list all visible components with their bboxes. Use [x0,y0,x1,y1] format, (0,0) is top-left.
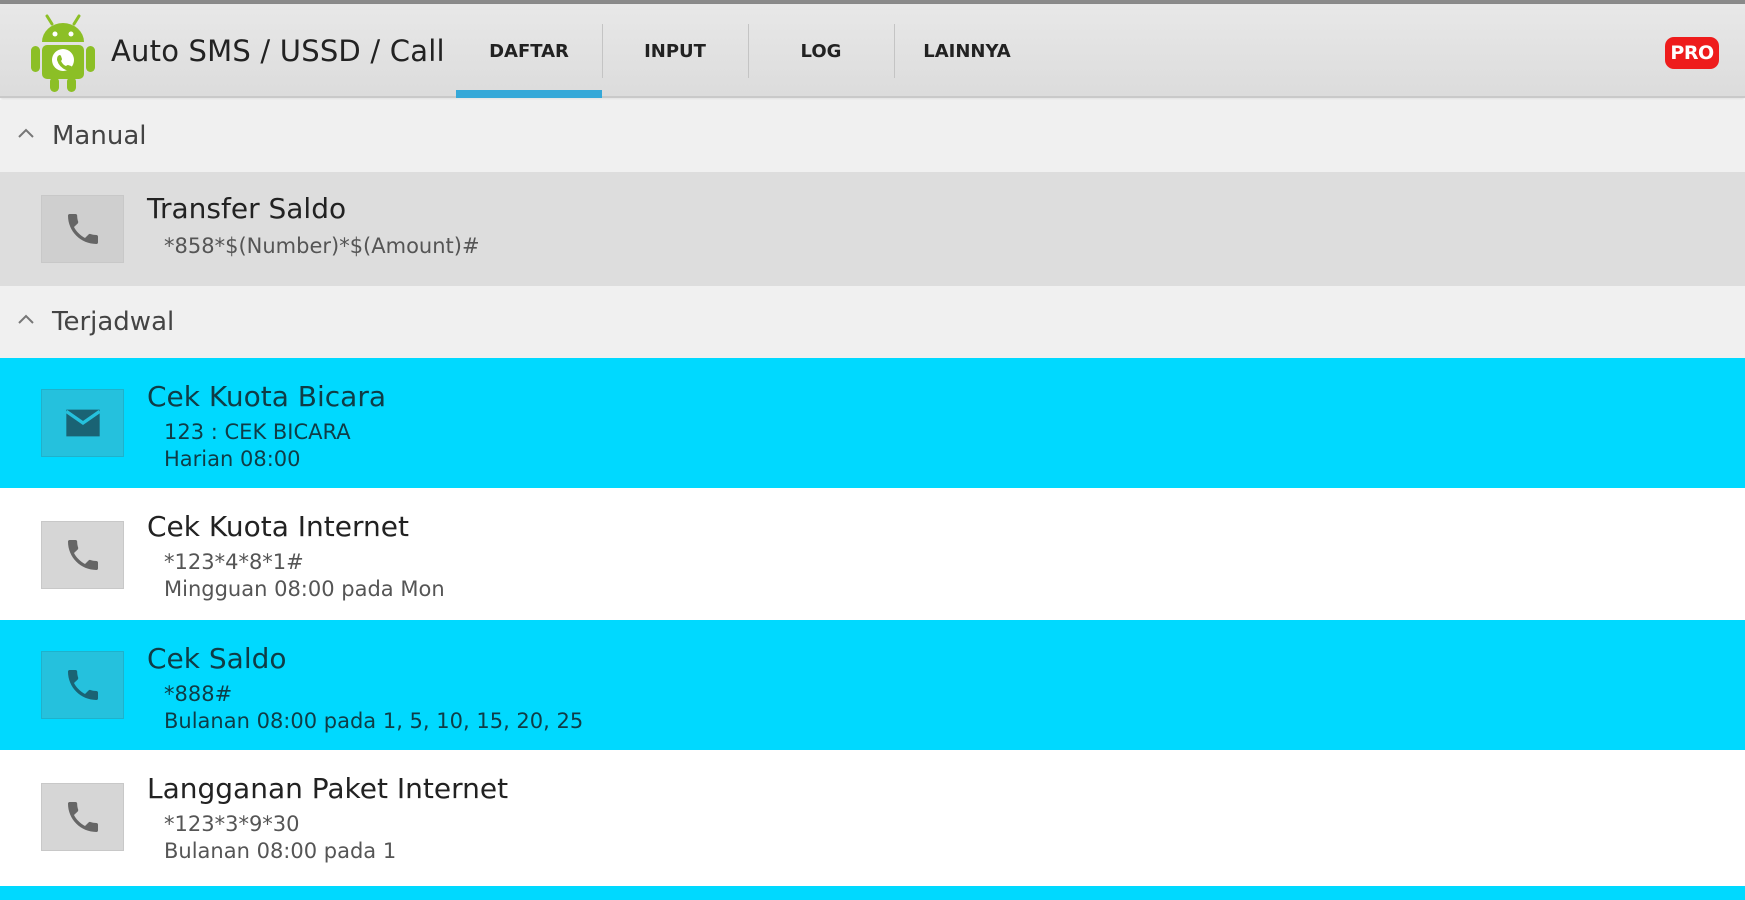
item-icon-box [41,783,124,851]
phone-icon [67,670,98,700]
list-item[interactable]: Langganan Paket Internet *123*3*9*30 Bul… [0,752,1745,882]
list-item[interactable]: Transfer Saldo *858*$(Number)*$(Amount)# [0,172,1745,286]
list-item[interactable]: Cek Saldo *888# Bulanan 08:00 pada 1, 5,… [0,620,1745,750]
section-label: Terjadwal [52,307,175,337]
item-code: *123*4*8*1# [164,550,304,574]
tab-daftar[interactable]: DAFTAR [456,4,602,98]
tab-label: INPUT [644,40,706,62]
tab-label: LAINNYA [923,40,1011,62]
pro-badge[interactable]: PRO [1665,37,1719,69]
item-title: Transfer Saldo [147,192,347,225]
item-schedule: Mingguan 08:00 pada Mon [164,577,445,601]
item-title: Cek Saldo [147,642,287,675]
envelope-icon [64,409,101,437]
item-schedule: Bulanan 08:00 pada 1, 5, 10, 15, 20, 25 [164,709,584,733]
section-header-scheduled[interactable]: Terjadwal [0,286,1745,358]
item-icon-box [41,195,124,263]
tab-label: LOG [800,40,842,62]
list-item-partial[interactable] [0,886,1745,900]
item-code: 123 : CEK BICARA [164,420,351,444]
item-code: *888# [164,682,233,706]
active-tab-indicator [456,90,602,98]
chevron-up-icon [18,314,34,324]
app-title: Auto SMS / USSD / Call [111,34,445,68]
item-icon-box [41,389,124,457]
list-item[interactable]: Cek Kuota Internet *123*4*8*1# Mingguan … [0,488,1745,618]
phone-icon [67,540,98,570]
section-header-manual[interactable]: Manual [0,100,1745,172]
phone-icon [67,214,98,244]
tab-lainnya[interactable]: LAINNYA [894,4,1040,98]
phone-icon [67,802,98,832]
android-app-icon [31,14,95,92]
tab-log[interactable]: LOG [748,4,894,98]
item-code: *858*$(Number)*$(Amount)# [164,234,480,258]
item-code: *123*3*9*30 [164,812,300,836]
item-title: Cek Kuota Internet [147,510,409,543]
tab-input[interactable]: INPUT [602,4,748,98]
item-schedule: Bulanan 08:00 pada 1 [164,839,397,863]
item-icon-box [41,521,124,589]
item-schedule: Harian 08:00 [164,447,301,471]
section-label: Manual [52,121,147,151]
chevron-up-icon [18,128,34,138]
list-item[interactable]: Cek Kuota Bicara 123 : CEK BICARA Harian… [0,358,1745,488]
item-title: Cek Kuota Bicara [147,380,386,413]
item-icon-box [41,651,124,719]
tab-label: DAFTAR [489,40,569,62]
item-title: Langganan Paket Internet [147,772,509,805]
action-bar: Auto SMS / USSD / Call DAFTAR INPUT LOG … [0,4,1745,98]
